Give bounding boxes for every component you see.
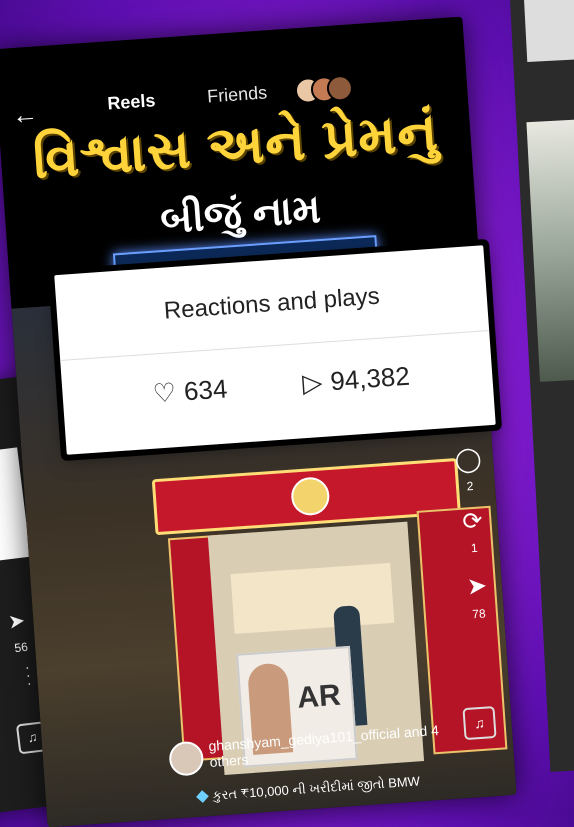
more-options-icon[interactable]: · · · bbox=[24, 659, 33, 691]
tab-reels[interactable]: Reels bbox=[107, 90, 156, 114]
next-reel-card bbox=[509, 0, 574, 772]
send-icon[interactable]: ➤ bbox=[456, 571, 498, 603]
likes-count: 634 bbox=[182, 373, 229, 407]
comment-icon[interactable]: ◯ bbox=[447, 444, 489, 476]
comment-count: 2 bbox=[466, 478, 474, 494]
next-reel-thumb-top bbox=[523, 0, 574, 63]
next-reel-thumb bbox=[526, 118, 574, 382]
diamond-icon: ◆ bbox=[195, 788, 210, 805]
play-icon: ▷ bbox=[301, 366, 324, 399]
reactions-plays-popup: Reactions and plays ♡ 634 ▷ 94,382 bbox=[54, 245, 496, 455]
store-shelf bbox=[230, 562, 395, 634]
tab-friends[interactable]: Friends bbox=[206, 82, 267, 107]
reel-headline: વિશ્વાસ અને પ્રેમનું bbox=[31, 101, 441, 190]
arrow-left-icon[interactable]: ← bbox=[11, 98, 39, 131]
send-count: 78 bbox=[471, 606, 487, 622]
heart-icon: ♡ bbox=[151, 377, 178, 409]
share-count: 1 bbox=[470, 540, 479, 556]
send-icon[interactable]: ➤ bbox=[7, 608, 27, 635]
avatar bbox=[326, 74, 354, 103]
plays-stat: ▷ 94,382 bbox=[301, 361, 410, 399]
likes-stat: ♡ 634 bbox=[152, 373, 229, 409]
ar-poster-text: AR bbox=[296, 678, 342, 715]
author-others[interactable]: others bbox=[209, 751, 249, 770]
store-sign-red bbox=[151, 457, 461, 536]
popup-title: Reactions and plays bbox=[162, 282, 381, 325]
friend-avatars[interactable] bbox=[294, 74, 356, 105]
plays-count: 94,382 bbox=[329, 360, 411, 397]
remix-icon[interactable]: ⟳ bbox=[452, 506, 494, 538]
popup-divider bbox=[60, 330, 490, 362]
music-icon[interactable]: ♫ bbox=[462, 705, 497, 741]
previous-send-count: 56 bbox=[13, 639, 29, 656]
store-emblem bbox=[290, 476, 331, 517]
